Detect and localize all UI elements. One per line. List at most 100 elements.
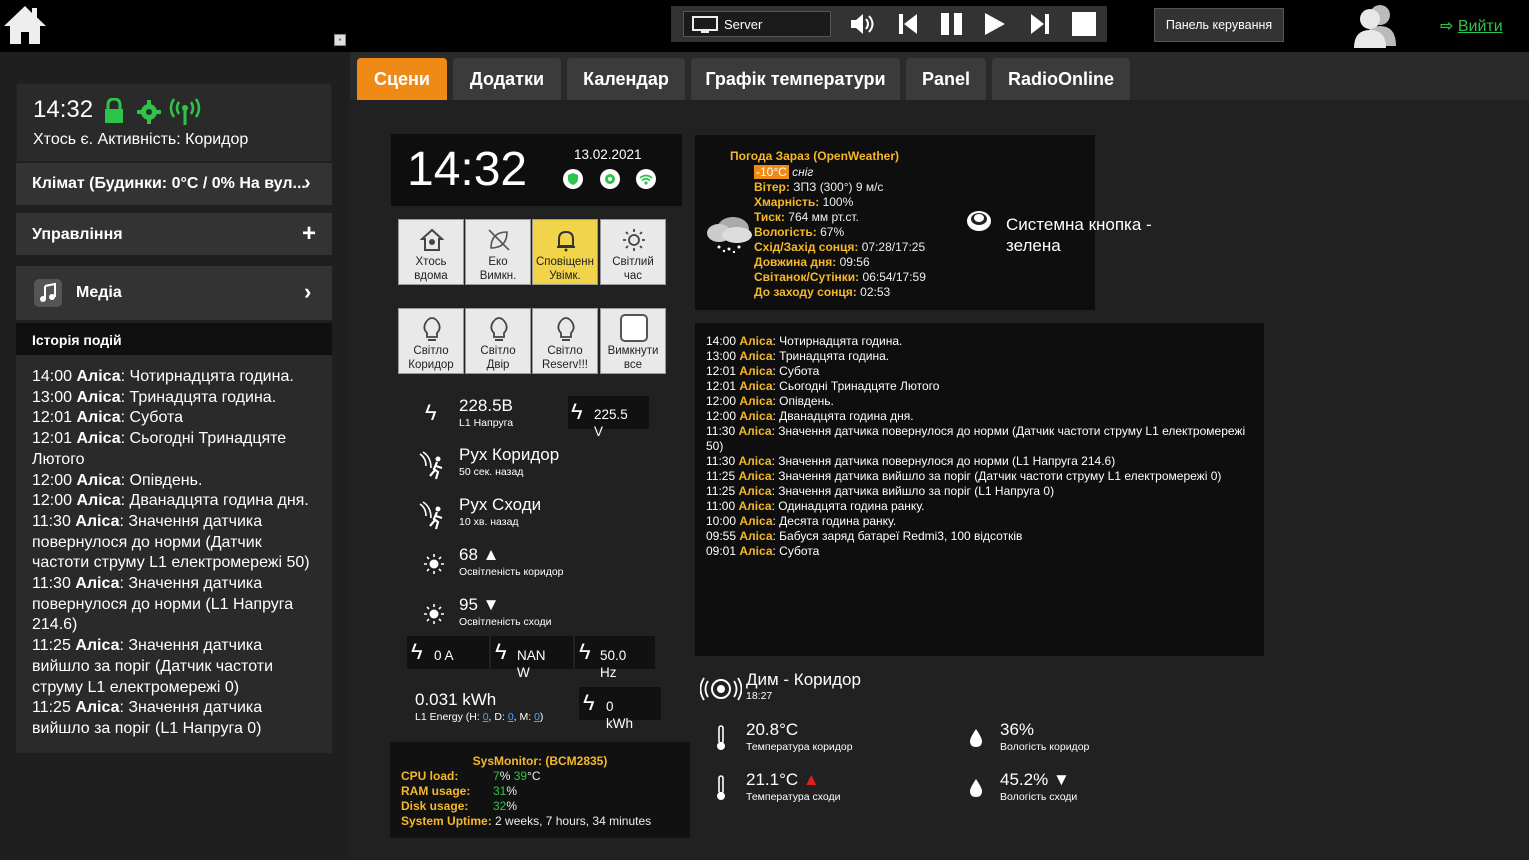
tab-calendar[interactable]: Календар	[567, 58, 685, 100]
motion-icon	[419, 501, 443, 530]
wifi-icon	[636, 169, 656, 189]
history-header: Історія подій	[16, 323, 332, 355]
bulb-icon	[490, 317, 508, 341]
media-source-select[interactable]: Server	[683, 11, 831, 37]
arrow-down-icon: ▼	[1052, 770, 1070, 789]
list-item: 12:01 Аліса: Субота	[32, 409, 184, 427]
home-icon	[420, 228, 444, 251]
lightning-icon: ϟ	[579, 639, 591, 664]
scene-someone-home[interactable]: Хтось вдома	[398, 219, 464, 285]
history-panel: 14:00 Аліса: Чотирнадцята година. 13:00 А…	[16, 355, 332, 753]
motion-icon	[419, 451, 443, 480]
media-source-label: Server	[724, 17, 763, 32]
scene-light-yard[interactable]: Світло Двір	[465, 308, 531, 374]
sidebar-time: 14:32	[33, 96, 94, 123]
lightning-icon: ϟ	[583, 690, 595, 715]
weather-row: Тиск: 764 мм рт.ст.	[754, 210, 859, 224]
stop-icon[interactable]	[1071, 12, 1097, 36]
next-icon[interactable]	[1029, 13, 1051, 35]
list-item: 12:00 Аліса: Опівдень.	[706, 394, 834, 408]
pause-icon[interactable]	[939, 13, 965, 35]
arrow-down-icon: ▼	[482, 595, 500, 614]
play-icon[interactable]	[983, 13, 1007, 35]
list-item: 14:00 Аліса: Чотирнадцята година.	[32, 368, 294, 385]
energy-box[interactable]: ϟ 0 kWh	[579, 687, 661, 731]
shield-icon	[563, 169, 583, 189]
weather-temp: -10°C	[754, 165, 789, 179]
list-item: 11:30 Аліса: Значення датчика повернулос…	[32, 575, 294, 634]
toggle-button-icon	[967, 211, 991, 231]
logout-link[interactable]: ⇨ Вийти	[1440, 16, 1503, 36]
home-icon[interactable]	[2, 4, 48, 46]
bulb-icon	[423, 317, 441, 341]
list-item: 12:01 Аліса: Сьогодні Тринадцяте Лютого	[706, 379, 940, 393]
list-item: 14:00 Аліса: Чотирнадцята година.	[706, 334, 903, 348]
clock-date: 13.02.2021	[574, 147, 642, 162]
sysmonitor-title: SysMonitor: (BCM2835)	[472, 754, 608, 768]
history-list: 14:00 Аліса: Чотирнадцята година. 13:00 А…	[32, 367, 322, 740]
thermometer-icon	[717, 775, 725, 800]
music-icon	[34, 279, 62, 307]
list-item: 09:01 Аліса: Субота	[706, 544, 820, 558]
gear-icon	[137, 100, 161, 124]
media-button[interactable]: Медіа ›	[16, 266, 332, 320]
sysmonitor-stats: CPU load: 7% 39°C RAM usage: 31% Disk usag…	[401, 769, 652, 828]
list-item: 11:30 Аліса: Значення датчика повернулос…	[706, 454, 1116, 468]
sun-icon	[424, 604, 444, 624]
weather-title: Погода Зараз (OpenWeather)	[730, 149, 900, 163]
tab-radio-online[interactable]: RadioOnline	[992, 58, 1130, 100]
list-item: 13:00 Аліса: Тринадцята година.	[32, 388, 277, 406]
sun-icon	[424, 554, 444, 574]
event-log-list: 14:00 Аліса: Чотирнадцята година. 13:00 А…	[706, 334, 1256, 559]
power-box[interactable]: ϟ NAN W	[491, 636, 573, 680]
control-panel-button[interactable]: Панель керування	[1154, 8, 1284, 42]
list-item: 12:00 Аліса: Дванадцята година дня.	[32, 492, 309, 510]
list-item: 09:55 Аліса: Бабуся заряд батареї Redmi3…	[706, 529, 1023, 543]
voltage-box[interactable]: ϟ 225.5 V	[568, 396, 649, 439]
list-item: 13:00 Аліса: Тринадцята година.	[706, 349, 890, 363]
weather-details: -10°C сніг Вітер: ЗПЗ (300°) 9 м/с Хмарні…	[754, 165, 926, 300]
monitor-icon	[692, 16, 718, 33]
weather-condition: сніг	[792, 165, 814, 179]
tab-temperature-graph[interactable]: Графік температури	[691, 58, 900, 100]
broken-image-icon: ▪	[334, 34, 346, 46]
management-button[interactable]: Управління +	[16, 213, 332, 255]
tab-scenes[interactable]: Сцени	[357, 58, 447, 100]
scene-daylight[interactable]: Світлий час	[600, 219, 666, 285]
list-item: 11:25 Аліса: Значення датчика вийшло за …	[706, 469, 1222, 483]
list-item: 11:30 Аліса: Значення датчика повернулос…	[706, 424, 1246, 453]
droplet-icon	[970, 729, 982, 747]
chevron-right-icon: ›	[304, 172, 311, 194]
list-item: 10:00 Аліса: Десята година ранку.	[706, 514, 897, 528]
scene-eco[interactable]: Еко Вимкн.	[465, 219, 531, 285]
plus-icon: +	[302, 220, 317, 247]
eco-off-icon	[488, 229, 510, 251]
scene-light-corridor[interactable]: Світло Коридор	[398, 308, 464, 374]
weather-row: До заходу сонця: 02:53	[754, 285, 891, 299]
droplet-icon	[970, 779, 982, 797]
sysmonitor-panel: SysMonitor: (BCM2835) CPU load: 7% 39°C R…	[390, 742, 690, 838]
list-item: 12:01 Аліса: Субота	[706, 364, 820, 378]
users-icon[interactable]	[1350, 2, 1400, 48]
climate-button[interactable]: Клімат (Будинки: 0°C / 0% На вул... ›	[16, 163, 332, 205]
tab-panel[interactable]: Panel	[906, 58, 986, 100]
list-item: 12:00 Аліса: Дванадцята година дня.	[706, 409, 914, 423]
bulb-icon	[557, 317, 575, 341]
sun-icon	[623, 229, 645, 251]
square-icon	[620, 314, 648, 342]
weather-row: Схід/Захід сонця: 07:28/17:25	[754, 240, 926, 254]
list-item: 12:00 Аліса: Опівдень.	[32, 471, 203, 489]
previous-icon[interactable]	[897, 13, 919, 35]
current-box[interactable]: ϟ 0 A	[407, 636, 489, 669]
antenna-icon	[169, 98, 201, 125]
status-panel: 14:32 Хтось є. Активність: Коридор	[16, 83, 332, 162]
tab-apps[interactable]: Додатки	[453, 58, 561, 100]
lightning-icon: ϟ	[425, 400, 437, 425]
volume-icon[interactable]	[849, 13, 877, 35]
weather-row: Хмарність: 100%	[754, 195, 854, 209]
scene-all-off[interactable]: Вимкнути все	[600, 308, 666, 374]
scene-light-reserve[interactable]: Світло Reserv!!!	[532, 308, 598, 374]
frequency-box[interactable]: ϟ 50.0 Hz	[575, 636, 655, 680]
gear-icon	[600, 169, 620, 189]
scene-notifications[interactable]: Сповіщенн Увімк.	[532, 219, 598, 285]
